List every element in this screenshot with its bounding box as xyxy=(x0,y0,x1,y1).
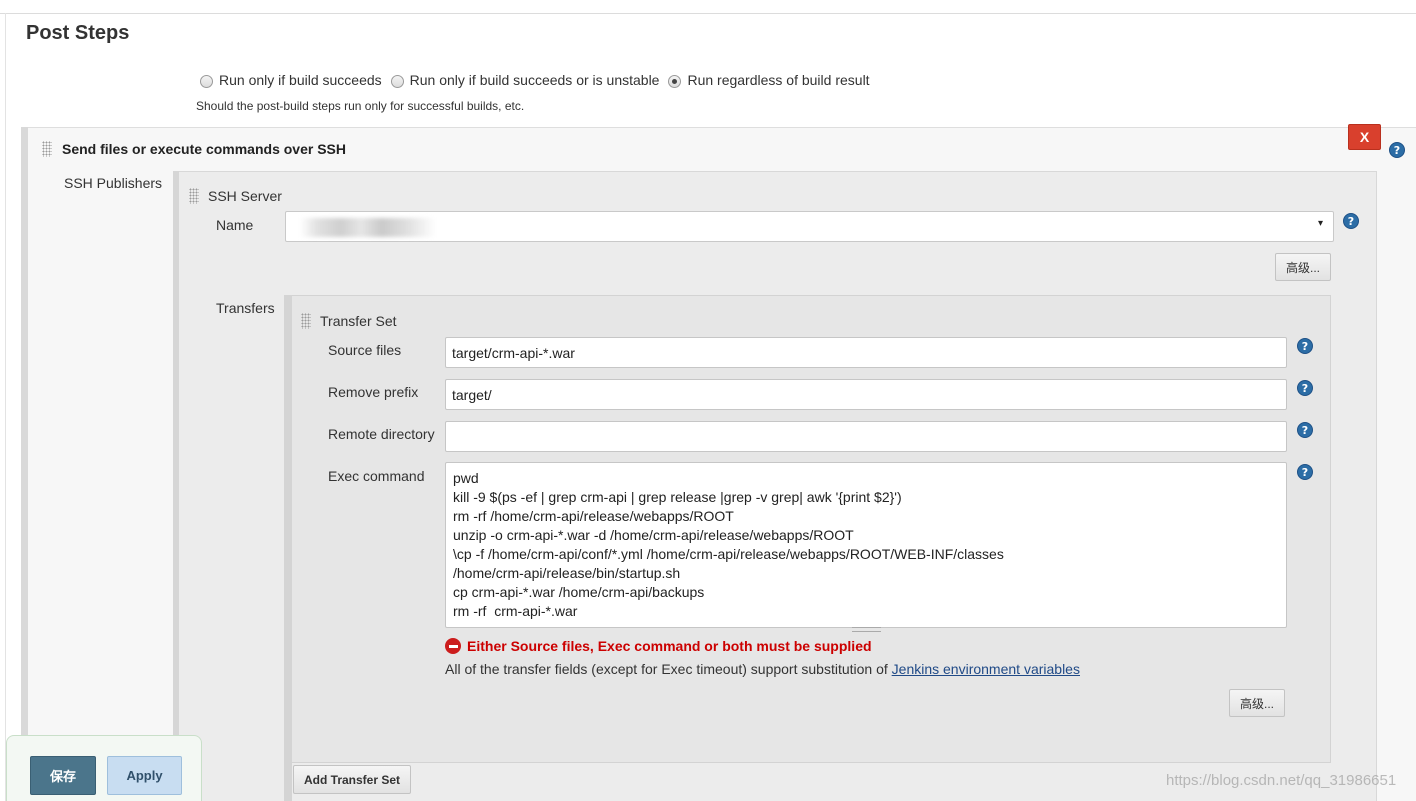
drag-handle-icon[interactable] xyxy=(42,141,52,157)
help-icon[interactable]: ? xyxy=(1297,380,1313,396)
exec-command-line: kill -9 $(ps -ef | grep crm-api | grep r… xyxy=(453,489,902,505)
jenkins-env-vars-link[interactable]: Jenkins environment variables xyxy=(892,661,1080,677)
radio-label-succeeds: Run only if build succeeds xyxy=(219,72,382,88)
drag-handle-icon[interactable] xyxy=(301,313,311,329)
exec-command-line: rm -rf crm-api-*.war xyxy=(453,603,578,619)
source-files-label: Source files xyxy=(328,342,402,358)
apply-button[interactable]: Apply xyxy=(107,756,182,795)
exec-command-line: pwd xyxy=(453,470,479,486)
transfers-label: Transfers xyxy=(216,300,275,316)
name-label: Name xyxy=(216,217,254,233)
exec-command-line: unzip -o crm-api-*.war -d /home/crm-api/… xyxy=(453,527,854,543)
substitution-info: All of the transfer fields (except for E… xyxy=(445,661,1080,677)
textarea-resize-handle[interactable] xyxy=(852,627,881,632)
error-icon xyxy=(445,638,461,654)
transfers-left-bar xyxy=(284,295,292,801)
ssh-server-advanced-button[interactable]: 高级... xyxy=(1275,253,1331,281)
remove-prefix-input[interactable]: target/ xyxy=(445,379,1287,410)
substitution-info-text: All of the transfer fields (except for E… xyxy=(445,661,892,677)
radio-label-unstable: Run only if build succeeds or is unstabl… xyxy=(409,72,660,88)
drag-handle-icon[interactable] xyxy=(189,188,199,204)
step-left-bar xyxy=(21,127,28,801)
remote-directory-label: Remote directory xyxy=(328,426,435,442)
step-title: Send files or execute commands over SSH xyxy=(62,141,346,157)
validation-error: Either Source files, Exec command or bot… xyxy=(445,637,872,655)
help-icon[interactable]: ? xyxy=(1389,142,1405,158)
help-icon[interactable]: ? xyxy=(1343,213,1359,229)
watermark: https://blog.csdn.net/qq_31986651 xyxy=(1166,772,1397,789)
radio-run-regardless[interactable] xyxy=(668,74,682,88)
save-button[interactable]: 保存 xyxy=(30,756,96,795)
radio-run-if-succeeds[interactable] xyxy=(200,74,213,88)
delete-step-button[interactable]: X xyxy=(1348,124,1381,150)
validation-error-text: Either Source files, Exec command or bot… xyxy=(467,638,872,654)
remote-directory-input[interactable] xyxy=(445,421,1287,452)
source-files-input[interactable]: target/crm-api-*.war xyxy=(445,337,1287,368)
help-icon[interactable]: ? xyxy=(1297,338,1313,354)
ssh-server-title: SSH Server xyxy=(208,188,282,204)
left-divider xyxy=(5,13,6,801)
redacted-server-name xyxy=(300,218,436,237)
radio-run-if-succeeds-or-unstable[interactable] xyxy=(390,74,404,88)
exec-command-line: rm -rf /home/crm-api/release/webapps/ROO… xyxy=(453,508,734,524)
remove-prefix-label: Remove prefix xyxy=(328,384,419,400)
add-transfer-set-button[interactable]: Add Transfer Set xyxy=(293,765,411,794)
ssh-server-select[interactable] xyxy=(285,211,1334,242)
radio-label-regardless: Run regardless of build result xyxy=(687,72,870,88)
ssh-publishers-label: SSH Publishers xyxy=(64,175,163,191)
exec-command-textarea[interactable]: pwd kill -9 $(ps -ef | grep crm-api | gr… xyxy=(445,462,1287,628)
exec-command-line: \cp -f /home/crm-api/conf/*.yml /home/cr… xyxy=(453,546,1004,562)
transfer-set-title: Transfer Set xyxy=(320,313,397,329)
ssh-panel-left-bar xyxy=(173,171,179,801)
chevron-down-icon: ▾ xyxy=(1318,218,1324,229)
exec-command-line: cp crm-api-*.war /home/crm-api/backups xyxy=(453,584,705,600)
exec-command-label: Exec command xyxy=(328,468,425,484)
run-condition-group: Run only if build succeeds Run only if b… xyxy=(199,70,878,90)
top-divider xyxy=(0,13,1416,14)
help-icon[interactable]: ? xyxy=(1297,464,1313,480)
transfer-set-advanced-button[interactable]: 高级... xyxy=(1229,689,1285,717)
help-icon[interactable]: ? xyxy=(1297,422,1313,438)
section-title: Post Steps xyxy=(26,22,130,44)
exec-command-line: /home/crm-api/release/bin/startup.sh xyxy=(453,565,681,581)
run-condition-hint: Should the post-build steps run only for… xyxy=(196,99,525,113)
